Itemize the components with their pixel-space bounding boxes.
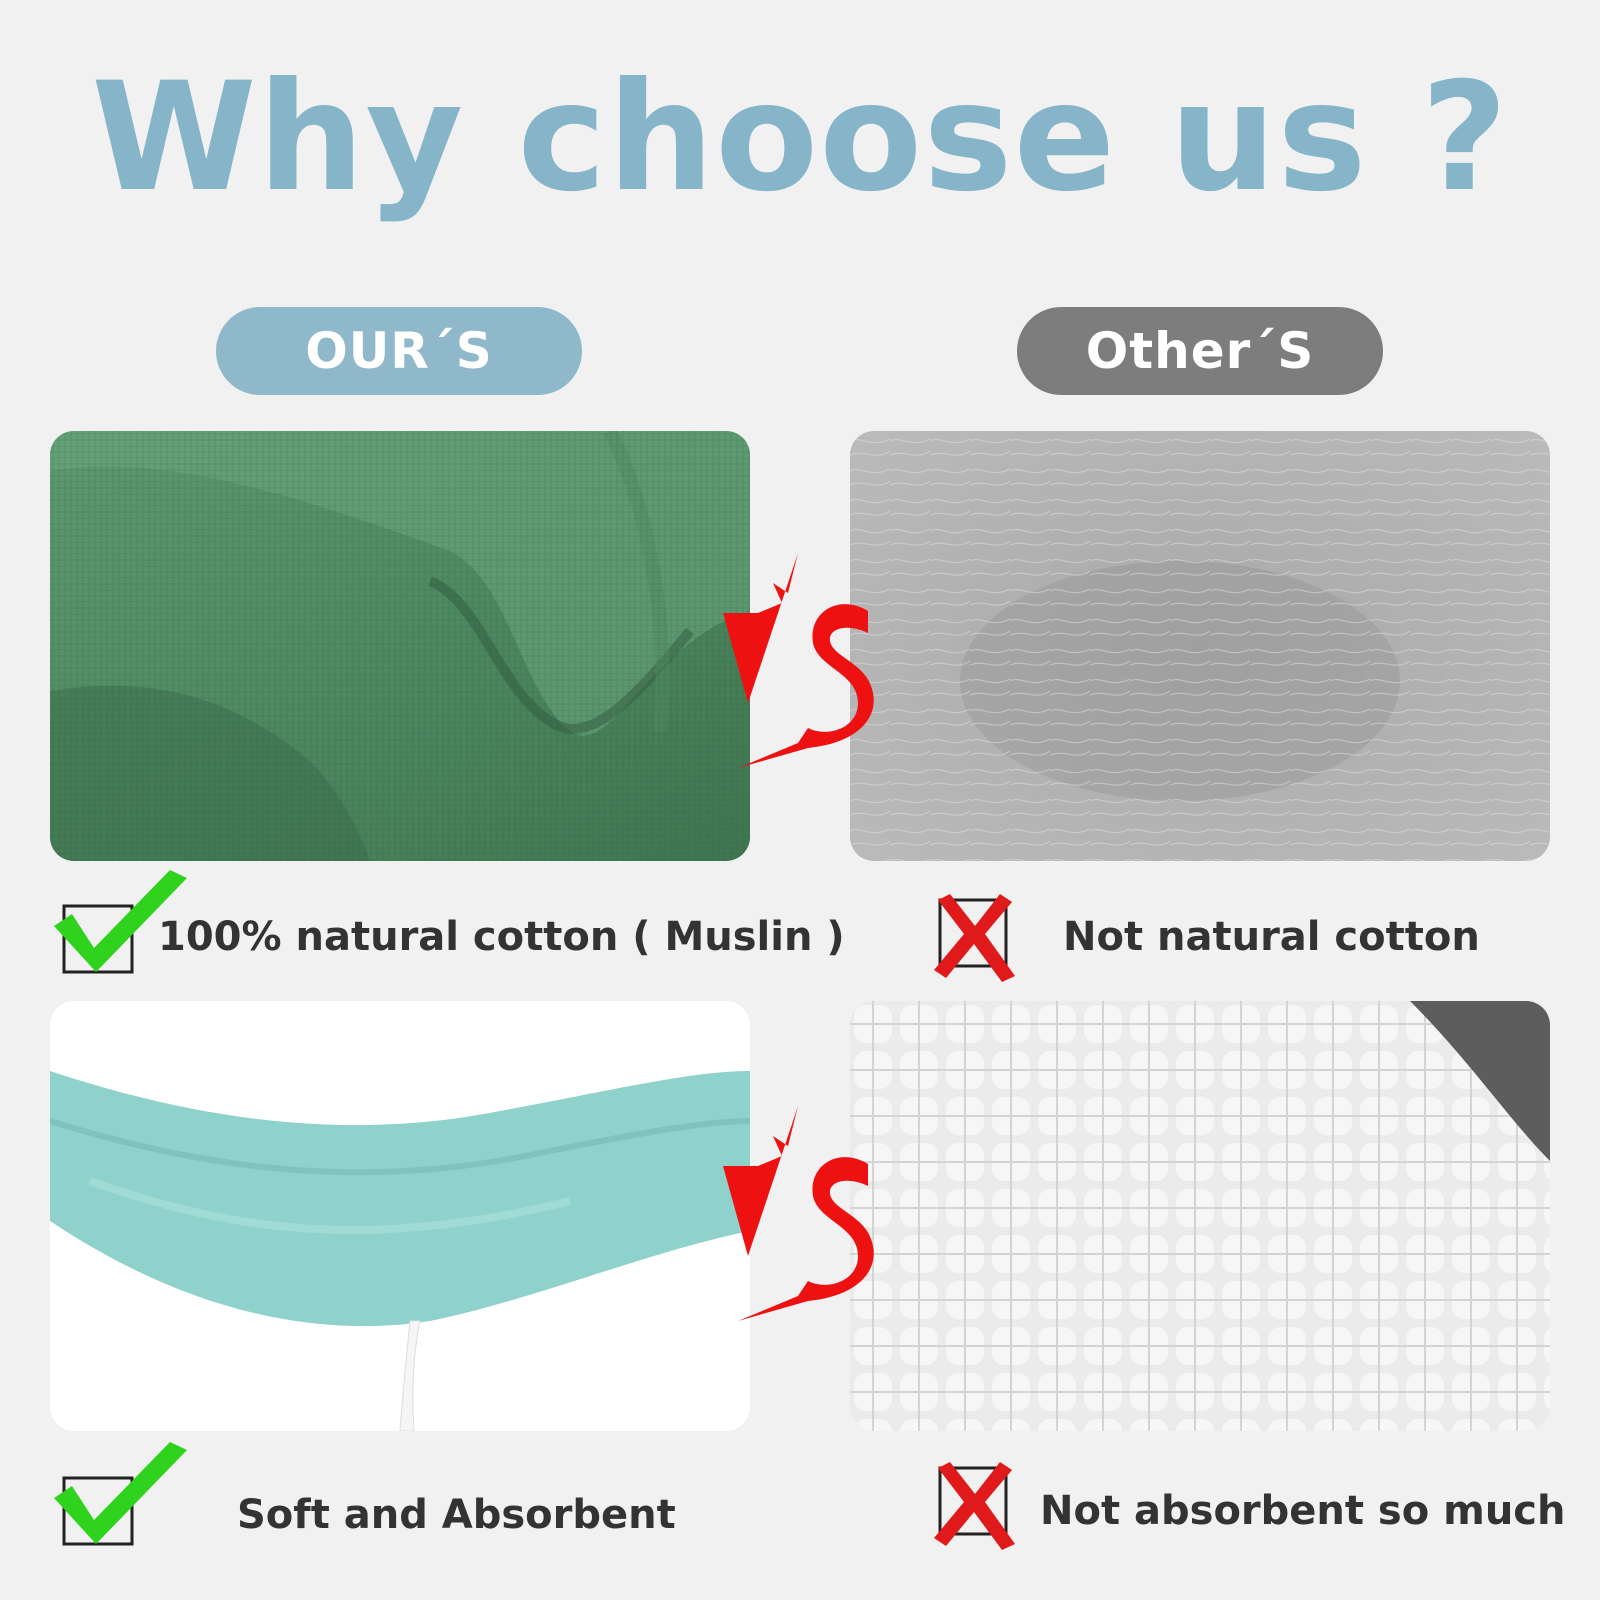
others-caption-1: Not natural cotton (1063, 914, 1480, 960)
ours-caption-2: Soft and Absorbent (237, 1492, 676, 1538)
others-caption-2: Not absorbent so much (1040, 1488, 1566, 1534)
cross-icon (930, 890, 1020, 985)
cross-icon (930, 1458, 1020, 1553)
ours-label-pill: OUR´S (216, 307, 582, 395)
check-icon (52, 1440, 192, 1550)
white-gauze-photo (850, 1001, 1550, 1431)
ours-caption-1: 100% natural cotton ( Muslin ) (158, 914, 845, 960)
others-label-pill: Other´S (1017, 307, 1383, 395)
vs-mark (718, 553, 878, 773)
gray-nonwoven-photo (850, 431, 1550, 861)
teal-cloth-absorbing-photo (50, 1001, 750, 1431)
page-title: Why choose us ? (91, 51, 1509, 225)
vs-mark (718, 1106, 878, 1326)
green-muslin-photo (50, 431, 750, 861)
